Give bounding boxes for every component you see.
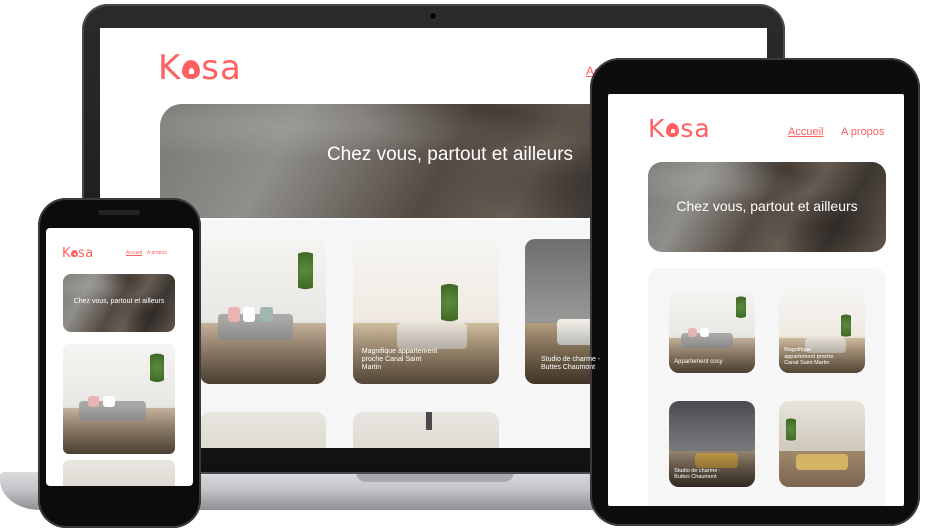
phone-banner: Chez vous, partout et ailleurs — [63, 274, 175, 332]
tablet-card-3[interactable]: Studio de charme - Buttes Chaumont — [669, 401, 755, 487]
tablet-card-caption: Studio de charme - Buttes Chaumont — [674, 467, 721, 480]
laptop-card-4[interactable] — [200, 412, 326, 448]
phone-logo[interactable]: Ksa — [62, 246, 94, 261]
laptop-card-1[interactable] — [200, 239, 326, 384]
tablet-banner: Chez vous, partout et ailleurs — [648, 162, 886, 252]
phone-nav-about[interactable]: A propos — [147, 250, 167, 256]
tablet-card-4[interactable] — [779, 401, 865, 487]
tablet-card-1[interactable]: Appartement cosy — [669, 289, 755, 373]
phone-card-1[interactable] — [63, 344, 175, 454]
phone-speaker — [98, 210, 140, 215]
phone: Ksa Accueil A propos Chez vous, partout … — [38, 198, 201, 528]
tablet-nav-about[interactable]: A propos — [841, 126, 884, 138]
tablet-logo[interactable]: Ksa — [648, 114, 711, 143]
laptop-card-caption: Magnifique appartement proche Canal Sain… — [361, 348, 438, 372]
phone-nav-home[interactable]: Accueil — [126, 250, 142, 256]
laptop-camera — [430, 13, 436, 19]
tablet-gallery: Appartement cosy Magnifique appartement … — [648, 268, 886, 506]
phone-banner-text: Chez vous, partout et ailleurs — [73, 298, 165, 305]
phone-screen: Ksa Accueil A propos Chez vous, partout … — [46, 228, 193, 486]
laptop-card-caption: Studio de charme - Buttes Chaumont — [541, 356, 601, 372]
tablet-banner-text: Chez vous, partout et ailleurs — [676, 198, 858, 214]
house-icon — [182, 60, 201, 79]
house-icon — [666, 123, 680, 137]
phone-card-2[interactable] — [63, 460, 175, 486]
laptop-banner-text: Chez vous, partout et ailleurs — [326, 144, 574, 165]
laptop-logo[interactable]: Ksa — [158, 48, 242, 88]
laptop-card-5[interactable] — [353, 412, 499, 448]
phone-gallery — [56, 336, 182, 486]
tablet-nav-home[interactable]: Accueil — [788, 126, 823, 138]
tablet-card-caption: Appartement cosy — [674, 359, 723, 366]
tablet-card-2[interactable]: Magnifique appartement proche Canal Sain… — [779, 289, 865, 373]
house-icon — [71, 250, 79, 257]
tablet: Ksa Accueil A propos Chez vous, partout … — [590, 58, 920, 526]
laptop-card-2[interactable]: Magnifique appartement proche Canal Sain… — [353, 239, 499, 384]
tablet-card-caption: Magnifique appartement proche Canal Sain… — [784, 347, 834, 366]
